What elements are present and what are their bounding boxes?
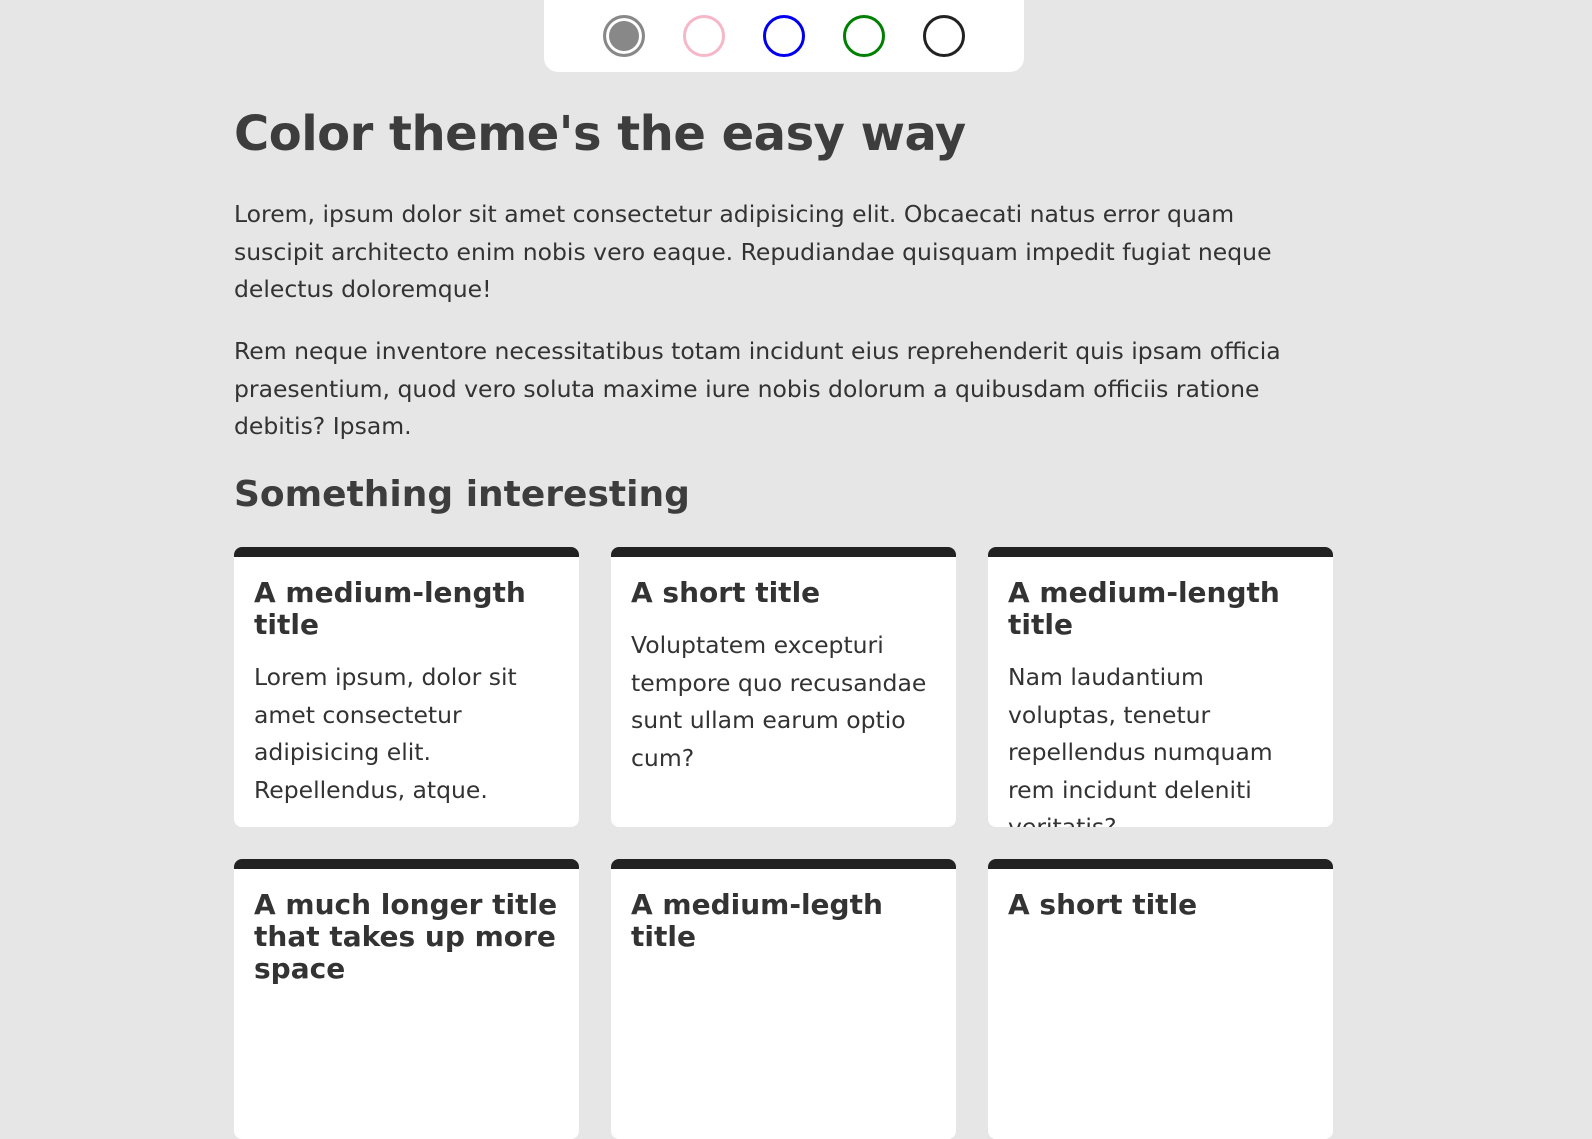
section-title: Something interesting: [234, 474, 690, 515]
card: A short title Voluptatem excepturi tempo…: [611, 547, 956, 827]
card-title: A medium-length title: [1008, 576, 1280, 641]
theme-swatch-dark[interactable]: [923, 15, 965, 57]
card-title: A much longer title that takes up more s…: [254, 888, 558, 985]
card: A medium-legth title: [611, 859, 956, 1139]
theme-swatch-blue[interactable]: [763, 15, 805, 57]
card-grid: A medium-length title Lorem ipsum, dolor…: [234, 547, 1334, 1139]
intro-paragraph-2: Rem neque inventore necessitatibus totam…: [234, 337, 1281, 440]
theme-swatch-green[interactable]: [843, 15, 885, 57]
card-title: A medium-legth title: [631, 888, 883, 953]
theme-swatch-gray[interactable]: [603, 15, 645, 57]
card-title: A medium-length title: [254, 576, 526, 641]
card: A medium-length title Lorem ipsum, dolor…: [234, 547, 579, 827]
card: A short title: [988, 859, 1333, 1139]
card-title: A short title: [631, 576, 821, 609]
card-body: Nam laudantium voluptas, tenetur repelle…: [1008, 663, 1273, 827]
theme-swatch-pink[interactable]: [683, 15, 725, 57]
intro-paragraph-1: Lorem, ipsum dolor sit amet consectetur …: [234, 200, 1272, 303]
page-title: Color theme's the easy way: [234, 106, 966, 162]
card-body: Voluptatem excepturi tempore quo recusan…: [631, 631, 927, 772]
card-title: A short title: [1008, 888, 1198, 921]
card: A much longer title that takes up more s…: [234, 859, 579, 1139]
card: A medium-length title Nam laudantium vol…: [988, 547, 1333, 827]
card-body: Lorem ipsum, dolor sit amet consectetur …: [254, 663, 517, 804]
theme-picker: [544, 0, 1024, 72]
